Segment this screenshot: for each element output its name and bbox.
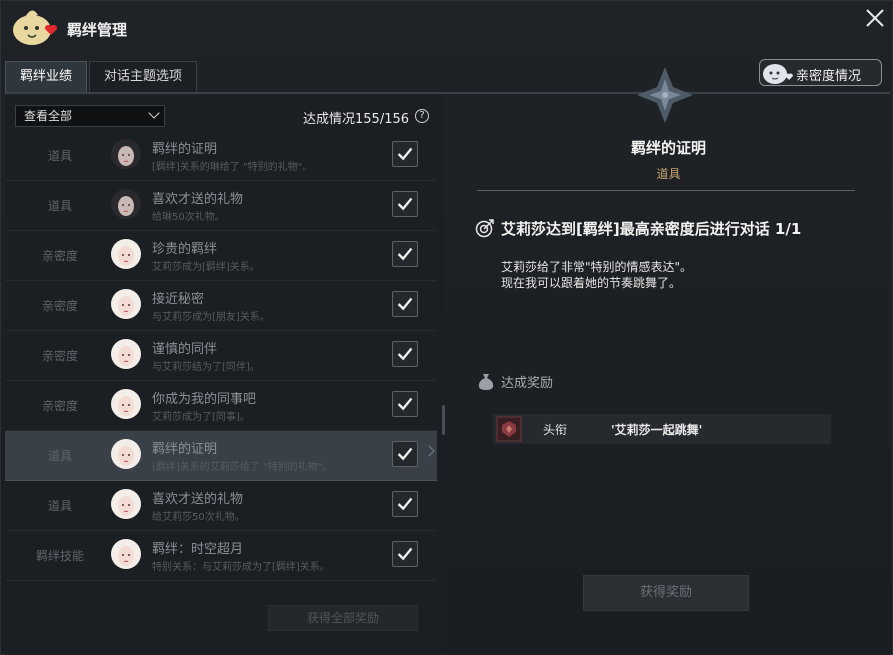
affection-status-button[interactable]: 亲密度情况 [759,59,882,86]
task-description-line: 艾莉莎给了非常"特别的情感表达"。 [501,260,693,274]
achievement-category: 道具 [47,499,72,513]
achievement-name: 喜欢才送的礼物 [152,192,244,207]
title-badge-icon [496,416,522,442]
achievement-list: 道具 羁绊的证明 [羁绊]关系的琳给了 "特别的礼物"。 道具 喜欢才送的礼物 给琳50次… [5,131,437,581]
achievement-list-panel: 查看全部 达成情况155/156 ? 道具 羁绊的证明 [羁绊]关系的琳给了 "特别… [5,95,445,655]
affection-status-label: 亲密度情况 [796,69,862,84]
help-icon[interactable]: ? [415,109,429,123]
achievement-description: 与艾莉莎成为[朋友]关系。 [152,312,270,323]
achievement-description: [羁绊]关系的艾莉莎给了 "特别的礼物"。 [152,462,333,473]
achievement-name: 你成为我的同事吧 [152,392,257,407]
achievement-row[interactable]: 道具 喜欢才送的礼物给琳50次礼物。 [5,181,437,231]
ornament-emblem-icon [637,67,693,123]
filter-selected-value: 查看全部 [24,109,73,123]
achievement-detail-panel: 羁绊的证明 道具 艾莉莎达到[羁绊]最高亲密度后进行对话 1/1 艾莉莎给了非常… [447,67,890,655]
achievement-category: 羁绊技能 [35,549,84,563]
character-avatar [111,239,141,269]
checkmark-icon [392,241,418,267]
checkmark-icon [392,441,418,467]
reward-item: 头衔 '艾莉莎一起跳舞' [493,414,831,444]
achievement-name: 谨慎的同伴 [152,342,218,357]
detail-title: 羁绊的证明 [630,139,706,157]
achievement-category: 道具 [47,449,72,463]
scrollbar[interactable] [442,405,445,435]
achievement-name: 羁绊：时空超月 [152,542,244,557]
achievement-description: 特别关系：与艾莉莎成为了[羁绊]关系。 [152,562,330,573]
tab-dialogue-topics[interactable]: 对话主题选项 [89,61,198,93]
achievement-name: 喜欢才送的礼物 [152,492,244,507]
divider [477,190,855,191]
filter-dropdown[interactable]: 查看全部 [15,105,165,127]
achievement-row[interactable]: 亲密度 珍贵的羁绊艾莉莎成为[羁绊]关系。 [5,231,437,281]
checkmark-icon [392,141,418,167]
chevron-right-icon [423,445,435,457]
character-avatar [111,539,141,569]
bond-management-window: 羁绊管理 羁绊业绩 对话主题选项 亲密度情况 查看全部 达成情况155/156 … [0,0,893,655]
checkmark-icon [392,541,418,567]
character-avatar [111,489,141,519]
achievement-row[interactable]: 亲密度 谨慎的同伴与艾莉莎结为了[同伴]。 [5,331,437,381]
task-description-line: 现在我可以跟着她的节奏跳舞了。 [501,276,682,290]
mascot-heart-icon [13,10,58,45]
window-title: 羁绊管理 [67,21,128,39]
achievement-name: 接近秘密 [152,292,205,307]
completion-status: 达成情况155/156 [303,112,410,127]
tab-bond-achievements[interactable]: 羁绊业绩 [5,61,88,93]
tab-divider [5,92,890,94]
target-arrow-icon [475,219,494,238]
tab-bar: 羁绊业绩 对话主题选项 [5,61,199,93]
claim-all-rewards-button[interactable]: 获得全部奖励 [268,605,418,631]
achievement-row[interactable]: 道具 喜欢才送的礼物给艾莉莎50次礼物。 [5,481,437,531]
checkmark-icon [392,291,418,317]
achievement-description: 给艾莉莎50次礼物。 [152,512,245,523]
reward-section-title: 达成奖励 [501,376,554,391]
character-avatar [111,389,141,419]
reward-bag-icon [478,374,494,390]
achievement-category: 亲密度 [41,349,78,363]
task-description: 艾莉莎给了非常"特别的情感表达"。 现在我可以跟着她的节奏跳舞了。 [501,259,692,291]
achievement-description: 艾莉莎成为了[同事]。 [152,412,250,423]
character-avatar [111,189,141,219]
achievement-category: 道具 [47,199,72,213]
achievement-name: 珍贵的羁绊 [152,242,218,257]
reward-type: 头衔 [543,423,568,437]
close-icon[interactable] [864,7,886,29]
checkmark-icon [392,491,418,517]
title-bar: 羁绊管理 [1,1,893,55]
achievement-category: 亲密度 [41,399,78,413]
claim-reward-button[interactable]: 获得奖励 [583,575,749,611]
achievement-description: 与艾莉莎结为了[同伴]。 [152,362,260,373]
checkmark-icon [392,341,418,367]
chevron-down-icon [148,107,160,119]
achievement-row[interactable]: 亲密度 接近秘密与艾莉莎成为[朋友]关系。 [5,281,437,331]
achievement-row[interactable]: 亲密度 你成为我的同事吧艾莉莎成为了[同事]。 [5,381,437,431]
checkmark-icon [392,391,418,417]
checkmark-icon [392,191,418,217]
achievement-description: [羁绊]关系的琳给了 "特别的礼物"。 [152,162,313,173]
achievement-description: 给琳50次礼物。 [152,212,225,223]
achievement-name: 羁绊的证明 [152,442,218,457]
character-avatar [111,339,141,369]
achievement-category: 道具 [47,149,72,163]
character-avatar [111,289,141,319]
achievement-row[interactable]: 道具 羁绊的证明 [羁绊]关系的琳给了 "特别的礼物"。 [5,131,437,181]
achievement-category: 亲密度 [41,249,78,263]
character-avatar [111,139,141,169]
achievement-description: 艾莉莎成为[羁绊]关系。 [152,262,260,273]
detail-category: 道具 [656,167,681,181]
mascot-heart-icon [763,64,793,84]
achievement-row[interactable]: 羁绊技能 羁绊：时空超月特别关系：与艾莉莎成为了[羁绊]关系。 [5,531,437,581]
task-objective: 艾莉莎达到[羁绊]最高亲密度后进行对话 1/1 [501,220,802,238]
achievement-name: 羁绊的证明 [152,142,218,157]
achievement-category: 亲密度 [41,299,78,313]
reward-value: '艾莉莎一起跳舞' [611,423,703,437]
achievement-row[interactable]: 道具 羁绊的证明 [羁绊]关系的艾莉莎给了 "特别的礼物"。 [5,431,437,481]
character-avatar [111,439,141,469]
